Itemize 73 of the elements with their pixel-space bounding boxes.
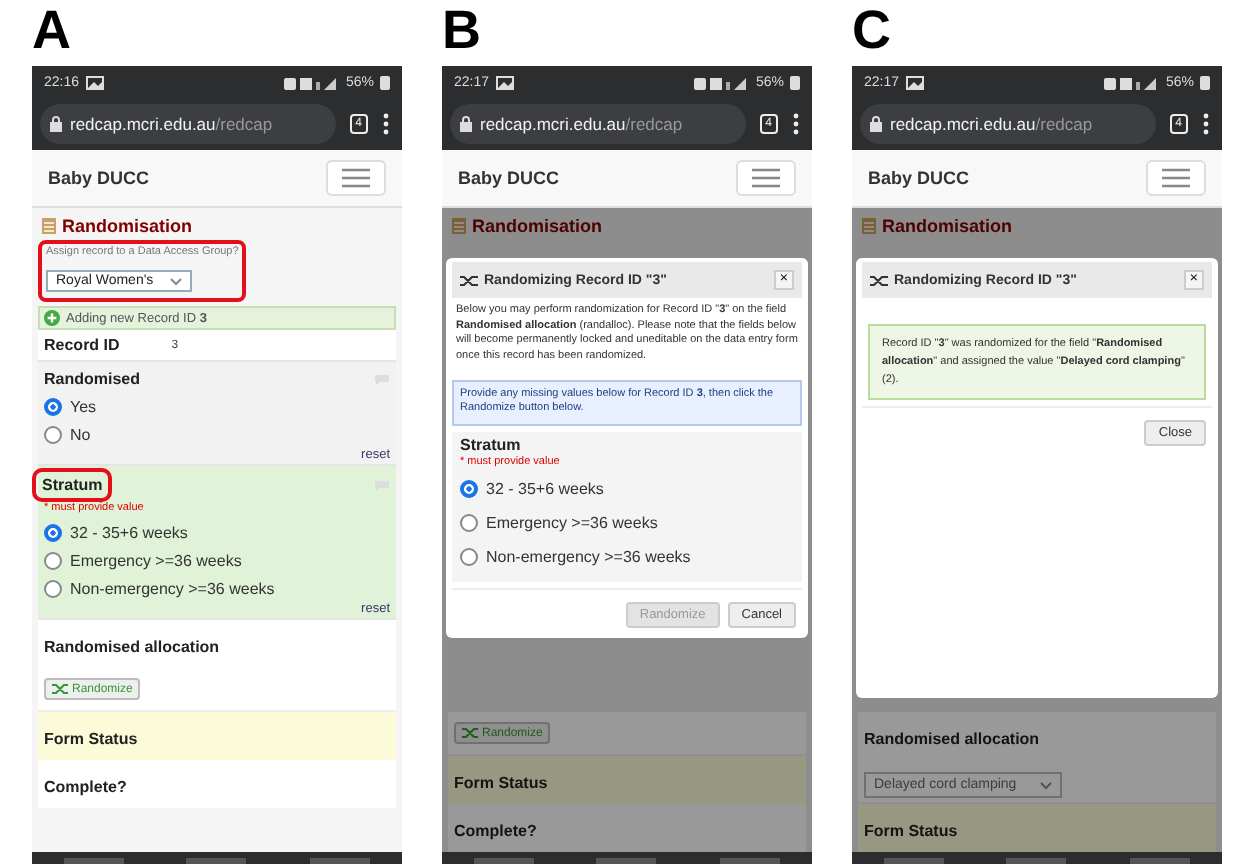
radio-button[interactable]	[44, 425, 62, 443]
kebab-menu-icon[interactable]	[792, 112, 800, 136]
image-icon	[85, 75, 104, 89]
status-icons	[283, 75, 340, 89]
kebab-menu-icon[interactable]	[1202, 112, 1210, 136]
shuffle-icon	[460, 273, 478, 287]
lock-icon	[50, 116, 62, 132]
image-icon	[495, 75, 514, 89]
field-label: Form Status	[454, 774, 548, 792]
field-label: Complete?	[44, 778, 127, 796]
kebab-menu-icon[interactable]	[382, 112, 390, 136]
menu-button[interactable]	[1146, 160, 1206, 196]
app-title: Baby DUCC	[868, 168, 970, 188]
field-label: Randomised	[44, 370, 141, 388]
radio-button[interactable]	[44, 397, 62, 415]
app-title: Baby DUCC	[458, 168, 560, 188]
form-icon	[42, 218, 56, 234]
field-label: Record ID	[44, 336, 120, 354]
radio-button[interactable]	[44, 523, 62, 541]
form-icon	[452, 218, 466, 234]
menu-icon	[752, 168, 780, 188]
option-label: Emergency >=36 weeks	[486, 514, 658, 533]
address-bar[interactable]: redcap.mcri.edu.au/redcap	[860, 104, 1156, 144]
option-label: 32 - 35+6 weeks	[70, 523, 188, 541]
lock-icon	[870, 116, 882, 132]
address-bar[interactable]: redcap.mcri.edu.au/redcap	[450, 104, 746, 144]
panel-letter: B	[442, 0, 483, 64]
option-label: Yes	[70, 397, 97, 415]
field-label: Stratum	[460, 436, 523, 455]
menu-icon	[1162, 168, 1190, 188]
option-label: Non-emergency >=36 weeks	[486, 548, 691, 567]
radio-button[interactable]	[460, 548, 478, 567]
url-text: redcap.mcri.edu.au/redcap	[70, 114, 273, 134]
lock-icon	[460, 116, 472, 132]
section-title: Randomisation	[882, 216, 1013, 236]
field-label: Stratum	[38, 474, 107, 496]
field-label: Complete?	[454, 822, 537, 840]
radio-button[interactable]	[44, 579, 62, 597]
field-label: Randomised allocation	[864, 730, 1040, 748]
radio-button[interactable]	[460, 514, 478, 533]
url-text: redcap.mcri.edu.au/redcap	[890, 114, 1093, 134]
plus-icon	[44, 310, 60, 326]
option-label: No	[70, 425, 91, 443]
form-icon	[862, 218, 876, 234]
field-label: Form Status	[44, 730, 138, 748]
battery-icon	[1200, 74, 1210, 90]
option-label: 32 - 35+6 weeks	[486, 480, 604, 499]
radio-button[interactable]	[44, 551, 62, 569]
menu-button[interactable]	[736, 160, 796, 196]
menu-button[interactable]	[326, 160, 386, 196]
battery-icon	[380, 74, 390, 90]
radio-button[interactable]	[460, 480, 478, 499]
section-title: Randomisation	[472, 216, 603, 236]
section-title: Randomisation	[62, 216, 193, 236]
field-label: Form Status	[864, 822, 958, 840]
chevron-icon	[1040, 781, 1053, 789]
shuffle-icon	[52, 682, 68, 696]
address-bar[interactable]: redcap.mcri.edu.au/redcap	[40, 104, 336, 144]
image-icon	[905, 75, 924, 89]
chevron-icon	[169, 277, 182, 285]
status-icons	[1103, 75, 1160, 89]
menu-icon	[342, 168, 370, 188]
shuffle-icon	[462, 726, 478, 740]
url-text: redcap.mcri.edu.au/redcap	[480, 114, 683, 134]
panel-letter: C	[852, 0, 893, 64]
option-label: Emergency >=36 weeks	[70, 551, 242, 569]
shuffle-icon	[870, 273, 888, 287]
status-icons	[693, 75, 750, 89]
option-label: Non-emergency >=36 weeks	[70, 579, 275, 597]
panel-letter: A	[32, 0, 73, 64]
app-title: Baby DUCC	[48, 168, 150, 188]
battery-icon	[790, 74, 800, 90]
field-label: Randomised allocation	[44, 638, 220, 656]
